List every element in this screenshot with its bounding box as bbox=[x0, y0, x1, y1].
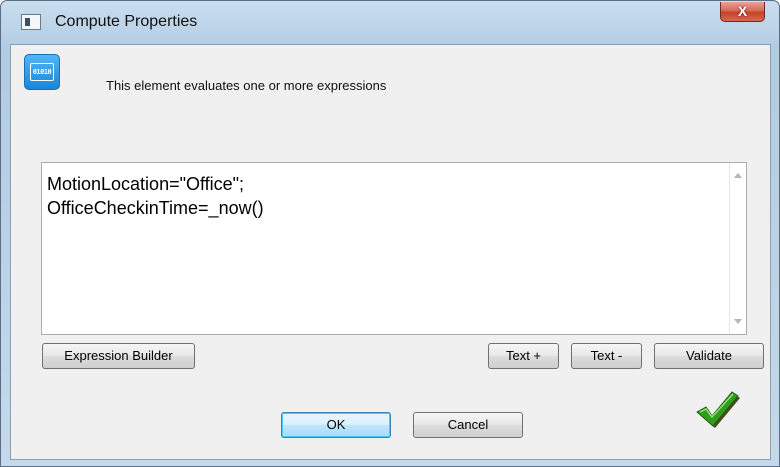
scroll-down-icon[interactable] bbox=[734, 319, 742, 324]
expression-text[interactable]: MotionLocation="Office"; OfficeCheckinTi… bbox=[47, 172, 717, 220]
vertical-scrollbar[interactable] bbox=[729, 163, 746, 334]
binary-data-icon: 01010 bbox=[24, 54, 60, 90]
expression-textarea[interactable]: MotionLocation="Office"; OfficeCheckinTi… bbox=[41, 162, 747, 335]
text-minus-button[interactable]: Text - bbox=[571, 343, 642, 369]
checkmark-icon bbox=[696, 391, 740, 428]
window-app-icon bbox=[21, 14, 41, 30]
dialog-body: 01010 This element evaluates one or more… bbox=[10, 44, 771, 460]
compute-properties-dialog: Compute Properties X 01010 This element … bbox=[0, 0, 780, 467]
close-button[interactable]: X bbox=[720, 2, 765, 22]
text-plus-button[interactable]: Text + bbox=[488, 343, 559, 369]
ok-button[interactable]: OK bbox=[281, 412, 391, 438]
binary-data-icon-text: 01010 bbox=[30, 63, 54, 81]
expression-builder-button[interactable]: Expression Builder bbox=[42, 343, 195, 369]
element-description: This element evaluates one or more expre… bbox=[106, 78, 387, 93]
title-bar[interactable]: Compute Properties bbox=[1, 1, 779, 43]
validate-button[interactable]: Validate bbox=[654, 343, 764, 369]
cancel-button[interactable]: Cancel bbox=[413, 412, 523, 438]
window-title: Compute Properties bbox=[55, 13, 198, 30]
scroll-up-icon[interactable] bbox=[734, 173, 742, 178]
